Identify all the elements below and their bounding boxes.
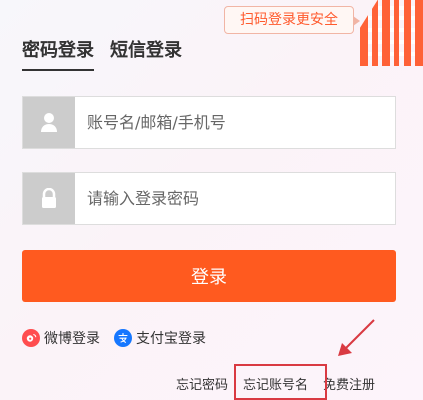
tab-sms-login[interactable]: 短信登录	[110, 37, 182, 65]
qr-code-icon[interactable]	[360, 0, 423, 66]
username-field	[22, 96, 396, 149]
password-field	[22, 172, 396, 225]
user-icon	[23, 97, 75, 148]
tab-password-login[interactable]: 密码登录	[22, 37, 94, 71]
forgot-password-link[interactable]: 忘记密码	[176, 374, 228, 393]
alipay-login-label: 支付宝登录	[136, 331, 206, 347]
bottom-links: 忘记密码 忘记账号名 免费注册	[176, 364, 375, 400]
lock-icon	[23, 173, 75, 224]
weibo-login-label: 微博登录	[44, 331, 100, 347]
weibo-login[interactable]: 微博登录	[22, 328, 100, 348]
qr-login-tip: 扫码登录更安全	[224, 6, 360, 34]
alipay-login[interactable]: 支付宝登录	[114, 328, 206, 348]
forgot-account-link[interactable]: 忘记账号名	[234, 364, 328, 400]
login-button[interactable]: 登录	[22, 250, 396, 302]
highlight-arrow-icon	[338, 319, 375, 356]
password-input[interactable]	[75, 173, 395, 224]
weibo-icon	[22, 329, 40, 347]
third-party-login: 微博登录 支付宝登录	[22, 328, 206, 348]
register-link[interactable]: 免费注册	[323, 374, 375, 393]
username-input[interactable]	[75, 97, 395, 148]
login-tabs: 密码登录 短信登录	[22, 37, 182, 71]
alipay-icon	[114, 329, 132, 347]
